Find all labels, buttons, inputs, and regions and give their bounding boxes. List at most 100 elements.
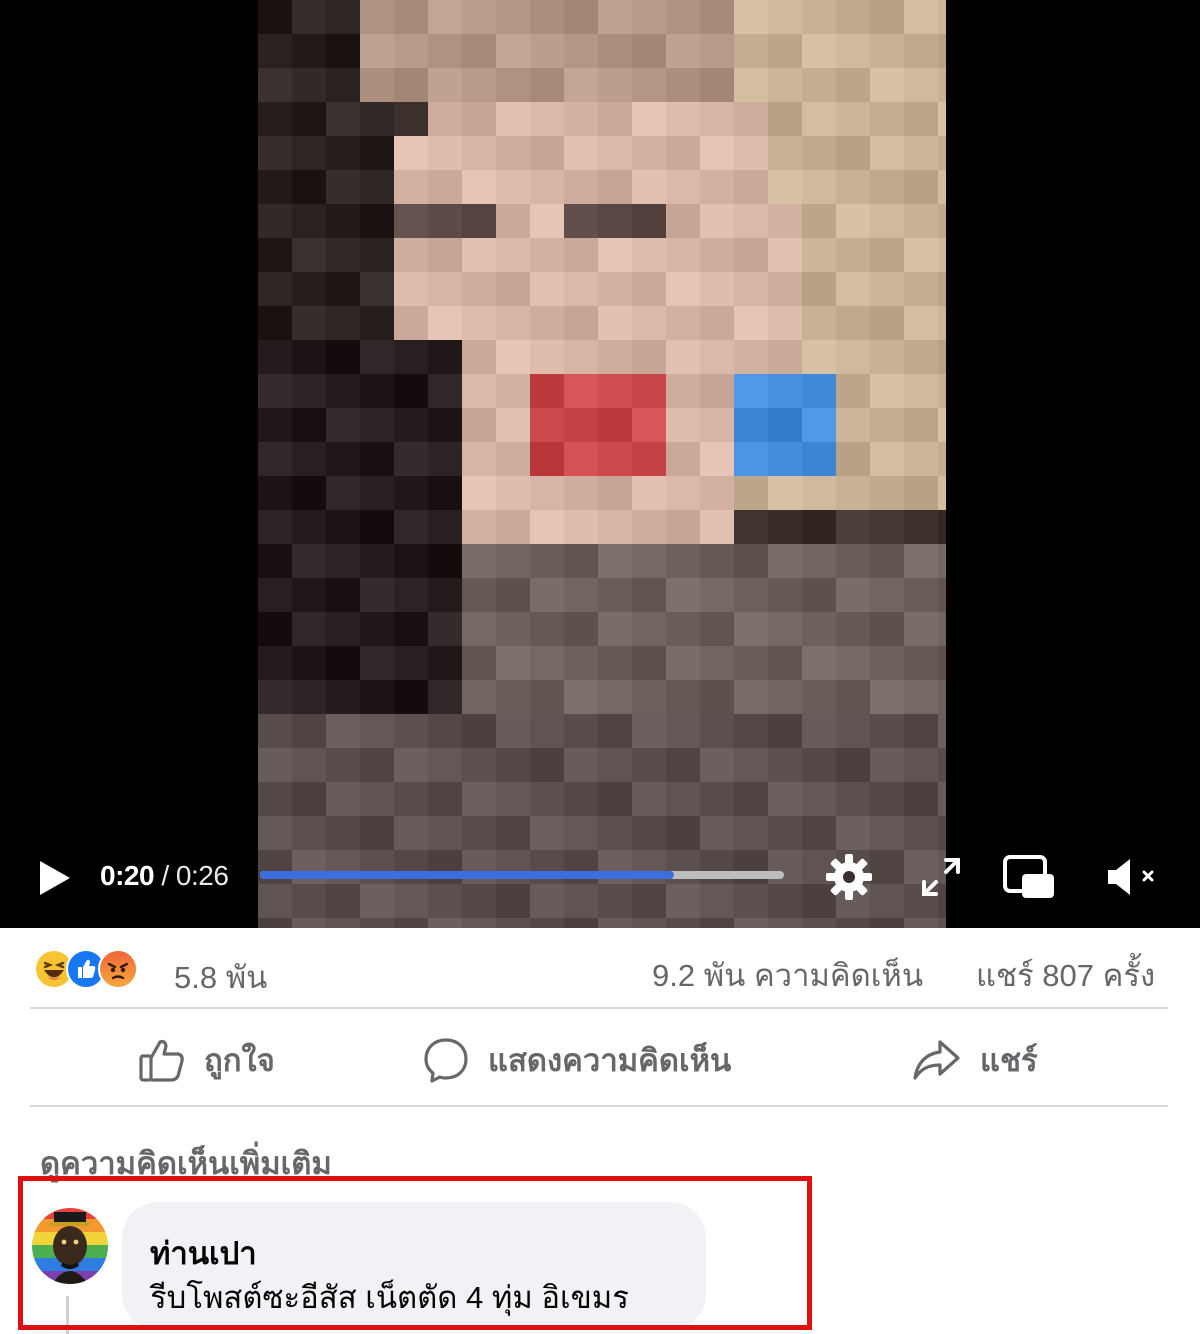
- pixel-tile: [598, 68, 632, 102]
- pixel-tile: [462, 238, 496, 272]
- pixel-tile: [632, 578, 666, 612]
- pixel-tile: [938, 476, 946, 510]
- pixel-tile: [496, 238, 530, 272]
- pixel-tile: [326, 646, 360, 680]
- pixel-tile: [598, 918, 632, 928]
- pixel-tile: [598, 272, 632, 306]
- pixel-tile: [394, 374, 428, 408]
- pixel-tile: [700, 816, 734, 850]
- play-icon[interactable]: [36, 858, 74, 898]
- pixel-tile: [768, 442, 802, 476]
- pixel-tile: [292, 680, 326, 714]
- pixel-tile: [836, 918, 870, 928]
- pixel-tile: [292, 102, 326, 136]
- pixel-tile: [462, 748, 496, 782]
- pixel-tile: [700, 170, 734, 204]
- pixel-tile: [326, 816, 360, 850]
- pixel-tile: [666, 476, 700, 510]
- comment-count[interactable]: 9.2 พัน ความคิดเห็น: [652, 950, 923, 1000]
- mute-icon[interactable]: [1104, 856, 1160, 898]
- pixel-tile: [292, 0, 326, 34]
- pixel-tile: [496, 680, 530, 714]
- share-count[interactable]: แชร์ 807 ครั้ง: [976, 950, 1155, 1000]
- reaction-icons[interactable]: [34, 948, 138, 990]
- video-player[interactable]: 0:20 / 0:26: [0, 0, 1200, 928]
- pixel-tile: [904, 136, 938, 170]
- pixel-tile: [394, 646, 428, 680]
- pixel-tile: [394, 816, 428, 850]
- pixel-tile: [564, 612, 598, 646]
- pixel-tile: [326, 680, 360, 714]
- gear-icon[interactable]: [824, 852, 874, 902]
- pixel-tile: [666, 884, 700, 918]
- pixel-tile: [802, 612, 836, 646]
- pixel-tile: [734, 714, 768, 748]
- pixel-tile: [768, 884, 802, 918]
- pixel-tile: [666, 918, 700, 928]
- pixel-tile: [326, 170, 360, 204]
- pixel-tile: [292, 34, 326, 68]
- fullscreen-icon[interactable]: [920, 856, 962, 898]
- pixel-tile: [258, 204, 292, 238]
- pixel-tile: [564, 578, 598, 612]
- pixel-tile: [258, 544, 292, 578]
- pixel-tile: [428, 102, 462, 136]
- pixel-tile: [360, 510, 394, 544]
- comment-button[interactable]: แสดงความคิดเห็น: [422, 1030, 731, 1090]
- pixel-tile: [292, 918, 326, 928]
- pixel-tile: [360, 306, 394, 340]
- pixel-tile: [292, 204, 326, 238]
- reaction-count[interactable]: 5.8 พัน: [174, 952, 267, 1002]
- pixel-tile: [496, 884, 530, 918]
- pixel-tile: [258, 918, 292, 928]
- pixel-tile: [394, 884, 428, 918]
- pixel-tile: [904, 476, 938, 510]
- pixel-tile: [904, 646, 938, 680]
- pixel-tile: [292, 884, 326, 918]
- pixel-tile: [904, 272, 938, 306]
- pixel-tile: [904, 408, 938, 442]
- progress-bar[interactable]: [260, 871, 784, 879]
- pixel-tile: [496, 306, 530, 340]
- pixel-tile: [598, 204, 632, 238]
- pixel-tile: [292, 612, 326, 646]
- pixel-tile: [700, 782, 734, 816]
- pixel-tile: [564, 646, 598, 680]
- pixel-tile: [666, 816, 700, 850]
- pixel-tile: [598, 170, 632, 204]
- pixel-tile: [836, 476, 870, 510]
- pixel-tile: [700, 68, 734, 102]
- pixel-tile: [632, 612, 666, 646]
- pixel-tile: [904, 748, 938, 782]
- pixel-tile: [904, 102, 938, 136]
- pixel-tile: [292, 782, 326, 816]
- pixel-tile: [258, 612, 292, 646]
- pixel-tile: [666, 714, 700, 748]
- pixel-tile: [870, 34, 904, 68]
- pixel-tile: [326, 272, 360, 306]
- pixel-tile: [836, 34, 870, 68]
- pixel-tile: [394, 714, 428, 748]
- pixel-tile: [836, 442, 870, 476]
- pixel-tile: [394, 272, 428, 306]
- share-button[interactable]: แชร์: [912, 1030, 1038, 1090]
- pixel-tile: [530, 238, 564, 272]
- pixel-tile: [360, 0, 394, 34]
- pixel-tile: [326, 34, 360, 68]
- pixel-tile: [394, 748, 428, 782]
- like-button[interactable]: ถูกใจ: [138, 1030, 275, 1090]
- pixel-tile: [938, 238, 946, 272]
- pixel-tile: [496, 544, 530, 578]
- pixel-tile: [734, 646, 768, 680]
- pixel-tile: [734, 102, 768, 136]
- pixel-tile: [394, 306, 428, 340]
- pixel-tile: [632, 136, 666, 170]
- pixel-tile: [938, 918, 946, 928]
- pixel-tile: [700, 408, 734, 442]
- pixel-tile: [802, 918, 836, 928]
- pixel-tile: [700, 0, 734, 34]
- pixel-tile: [700, 646, 734, 680]
- picture-in-picture-icon[interactable]: [1002, 854, 1056, 900]
- pixel-tile: [768, 816, 802, 850]
- pixel-tile: [734, 136, 768, 170]
